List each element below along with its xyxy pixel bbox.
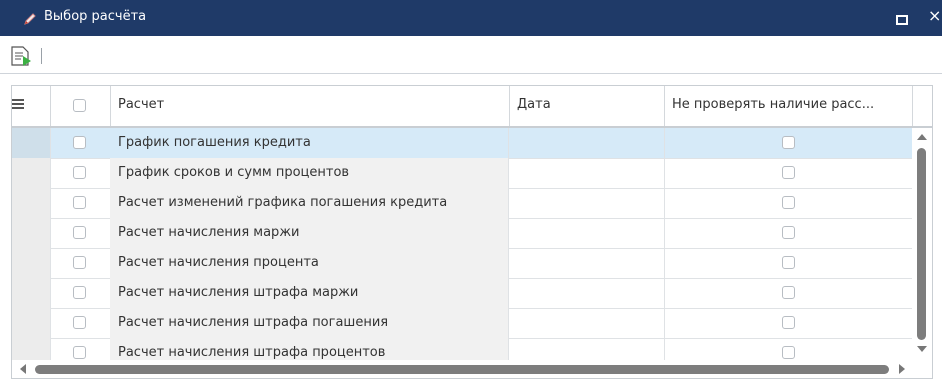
column-header-no-check[interactable]: Не проверять наличие расс... (672, 86, 912, 126)
no-check-checkbox[interactable] (782, 286, 795, 299)
table-row[interactable]: Расчет начисления штрафа погашения (12, 308, 912, 339)
column-menu-header[interactable] (12, 86, 50, 126)
close-icon[interactable]: × (928, 7, 941, 25)
toolbar (0, 36, 942, 74)
scroll-left-icon[interactable] (20, 364, 26, 374)
date-cell[interactable] (509, 188, 665, 218)
table-row[interactable]: Расчет начисления процента (12, 248, 912, 279)
row-select-checkbox[interactable] (73, 316, 86, 329)
date-cell[interactable] (509, 308, 665, 338)
no-check-checkbox[interactable] (782, 346, 795, 359)
date-cell[interactable] (509, 338, 665, 360)
date-cell[interactable] (509, 158, 665, 188)
calc-name-cell: Расчет изменений графика погашения креди… (110, 188, 509, 218)
row-select-checkbox[interactable] (73, 346, 86, 359)
table-row[interactable]: Расчет изменений графика погашения креди… (12, 188, 912, 219)
calc-name-cell: График сроков и сумм процентов (110, 158, 509, 188)
no-check-checkbox[interactable] (782, 136, 795, 149)
calculation-grid: Расчет Дата Не проверять наличие расс...… (11, 85, 933, 379)
maximize-icon[interactable] (896, 15, 908, 25)
column-header-name[interactable]: Расчет (118, 86, 508, 126)
toolbar-separator (41, 48, 42, 64)
row-select-checkbox[interactable] (73, 256, 86, 269)
row-select-checkbox[interactable] (73, 166, 86, 179)
grid-body: График погашения кредита График сроков и… (12, 128, 932, 360)
window-titlebar: Выбор расчёта × (0, 0, 942, 36)
no-check-checkbox[interactable] (782, 316, 795, 329)
select-all-checkbox[interactable] (73, 99, 86, 112)
table-row[interactable]: График погашения кредита (12, 128, 912, 159)
calc-name-cell: Расчет начисления штрафа процентов (110, 338, 509, 360)
table-row[interactable]: Расчет начисления маржи (12, 218, 912, 249)
scroll-down-icon[interactable] (917, 346, 927, 352)
calc-name-cell: Расчет начисления маржи (110, 218, 509, 248)
row-select-checkbox[interactable] (73, 226, 86, 239)
date-cell[interactable] (509, 278, 665, 308)
date-cell[interactable] (509, 128, 665, 158)
scroll-up-icon[interactable] (917, 134, 927, 140)
row-select-checkbox[interactable] (73, 286, 86, 299)
document-run-icon[interactable] (10, 45, 32, 67)
date-cell[interactable] (509, 248, 665, 278)
horizontal-scrollbar[interactable] (12, 360, 932, 378)
row-select-checkbox[interactable] (73, 196, 86, 209)
no-check-checkbox[interactable] (782, 166, 795, 179)
window-title: Выбор расчёта (44, 9, 147, 24)
no-check-checkbox[interactable] (782, 256, 795, 269)
grid-header: Расчет Дата Не проверять наличие расс... (12, 86, 932, 128)
horizontal-scroll-thumb[interactable] (35, 365, 889, 374)
pencil-icon (24, 13, 36, 25)
select-all-header[interactable] (50, 86, 110, 126)
row-select-checkbox[interactable] (73, 136, 86, 149)
date-cell[interactable] (509, 218, 665, 248)
menu-icon[interactable] (12, 99, 24, 111)
table-row[interactable]: Расчет начисления штрафа маржи (12, 278, 912, 309)
table-row[interactable]: Расчет начисления штрафа процентов (12, 338, 912, 360)
no-check-checkbox[interactable] (782, 196, 795, 209)
vertical-scroll-thumb[interactable] (917, 148, 926, 340)
calc-name-cell: Расчет начисления процента (110, 248, 509, 278)
scroll-right-icon[interactable] (899, 364, 905, 374)
no-check-checkbox[interactable] (782, 226, 795, 239)
table-row[interactable]: График сроков и сумм процентов (12, 158, 912, 189)
column-header-date[interactable]: Дата (517, 86, 662, 126)
calc-name-cell: Расчет начисления штрафа маржи (110, 278, 509, 308)
vertical-scrollbar[interactable] (912, 128, 932, 360)
calc-name-cell: Расчет начисления штрафа погашения (110, 308, 509, 338)
calc-name-cell: График погашения кредита (110, 128, 509, 158)
